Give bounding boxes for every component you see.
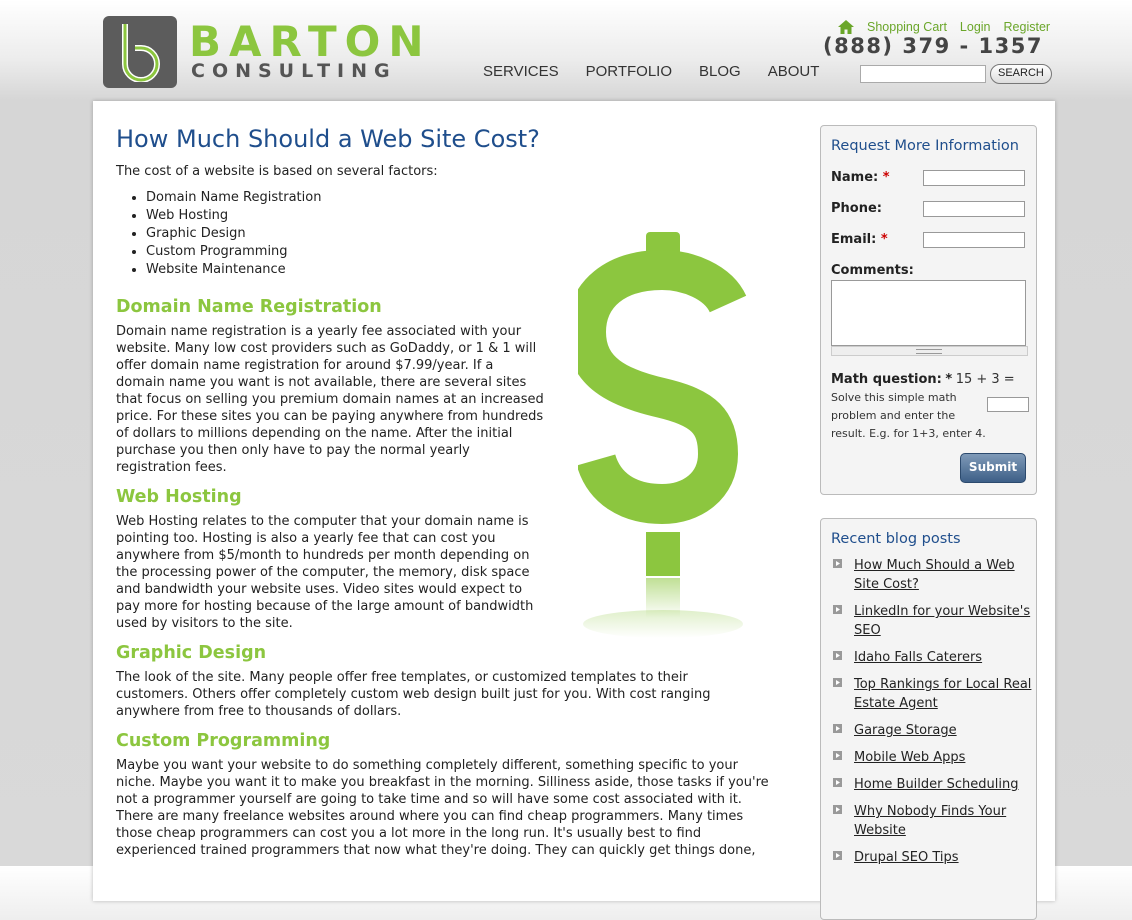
nav-services[interactable]: SERVICES xyxy=(483,63,559,80)
list-item: Why Nobody Finds Your Website xyxy=(833,802,1036,840)
content-panel: How Much Should a Web Site Cost? The cos… xyxy=(93,101,1055,920)
blog-post-link[interactable]: Idaho Falls Caterers xyxy=(854,650,982,665)
list-item: Mobile Web Apps xyxy=(833,748,1036,767)
textarea-resize-grip[interactable] xyxy=(831,346,1028,356)
request-info-title: Request More Information xyxy=(831,138,1019,154)
blog-post-link[interactable]: Mobile Web Apps xyxy=(854,750,965,765)
phone-number: (888) 379 - 1357 xyxy=(823,34,1043,58)
logo-text-consulting: CONSULTING xyxy=(191,60,397,82)
list-item: Domain Name Registration xyxy=(146,189,781,207)
blog-post-link[interactable]: How Much Should a Web Site Cost? xyxy=(854,558,1015,592)
nav-portfolio[interactable]: PORTFOLIO xyxy=(586,63,672,80)
arrow-bullet-icon xyxy=(833,751,842,760)
recent-posts-title: Recent blog posts xyxy=(831,531,961,547)
list-item: Drupal SEO Tips xyxy=(833,848,1036,867)
section-heading-programming: Custom Programming xyxy=(116,731,331,751)
dollar-sign-image xyxy=(578,232,747,638)
home-icon[interactable] xyxy=(838,20,854,34)
required-mark: * xyxy=(945,372,953,387)
shopping-cart-link[interactable]: Shopping Cart xyxy=(867,20,947,34)
math-answer-field[interactable] xyxy=(987,397,1029,412)
math-label: Math question: xyxy=(831,372,942,387)
list-item: Top Rankings for Local Real Estate Agent xyxy=(833,675,1036,713)
logo-text-barton: BARTON xyxy=(189,17,432,66)
list-item: LinkedIn for your Website's SEO xyxy=(833,602,1036,640)
section-text-domain: Domain name registration is a yearly fee… xyxy=(116,324,544,475)
search-bar: SEARCH xyxy=(860,64,1052,84)
arrow-bullet-icon xyxy=(833,678,842,687)
email-field[interactable] xyxy=(923,232,1025,248)
blog-post-link[interactable]: Top Rankings for Local Real Estate Agent xyxy=(854,677,1031,711)
required-mark: * xyxy=(882,170,890,185)
arrow-bullet-icon xyxy=(833,805,842,814)
recent-posts-box: Recent blog posts How Much Should a Web … xyxy=(820,518,1037,920)
required-mark: * xyxy=(880,232,888,247)
search-input[interactable] xyxy=(860,65,986,83)
recent-posts-list: How Much Should a Web Site Cost? LinkedI… xyxy=(821,556,1036,867)
name-field[interactable] xyxy=(923,170,1025,186)
blog-post-link[interactable]: Garage Storage xyxy=(854,723,957,738)
logo-b-icon xyxy=(122,24,160,82)
math-expression: 15 + 3 = xyxy=(955,372,1015,387)
register-link[interactable]: Register xyxy=(1004,20,1051,34)
page-title: How Much Should a Web Site Cost? xyxy=(116,125,540,153)
email-label: Email: * xyxy=(831,232,888,247)
submit-button[interactable]: Submit xyxy=(960,453,1026,483)
blog-post-link[interactable]: Why Nobody Finds Your Website xyxy=(854,804,1006,838)
blog-post-link[interactable]: Drupal SEO Tips xyxy=(854,850,959,865)
arrow-bullet-icon xyxy=(833,851,842,860)
nav-blog[interactable]: BLOG xyxy=(699,63,741,80)
math-question: Math question: * 15 + 3 = Solve this sim… xyxy=(831,371,1029,443)
phone-field[interactable] xyxy=(923,201,1025,217)
arrow-bullet-icon xyxy=(833,724,842,733)
name-label: Name: * xyxy=(831,170,890,185)
comments-label: Comments: xyxy=(831,263,914,278)
list-item: How Much Should a Web Site Cost? xyxy=(833,556,1036,594)
main-nav: SERVICES PORTFOLIO BLOG ABOUT xyxy=(483,63,846,80)
section-heading-design: Graphic Design xyxy=(116,643,267,663)
section-text-hosting: Web Hosting relates to the computer that… xyxy=(116,514,534,631)
math-help-text: Solve this simple math problem and enter… xyxy=(831,391,986,440)
top-links: Shopping Cart Login Register xyxy=(838,20,1050,34)
blog-post-link[interactable]: Home Builder Scheduling xyxy=(854,777,1018,792)
list-item: Web Hosting xyxy=(146,207,781,225)
site-logo[interactable]: BARTON CONSULTING xyxy=(103,16,428,88)
comments-textarea[interactable] xyxy=(831,280,1026,346)
nav-about[interactable]: ABOUT xyxy=(768,63,820,80)
list-item: Home Builder Scheduling xyxy=(833,775,1036,794)
blog-post-link[interactable]: LinkedIn for your Website's SEO xyxy=(854,604,1030,638)
intro-text: The cost of a website is based on severa… xyxy=(116,164,438,179)
arrow-bullet-icon xyxy=(833,559,842,568)
list-item: Idaho Falls Caterers xyxy=(833,648,1036,667)
section-text-design: The look of the site. Many people offer … xyxy=(116,670,711,719)
phone-label: Phone: xyxy=(831,201,882,216)
arrow-bullet-icon xyxy=(833,778,842,787)
logo-mark xyxy=(103,16,177,88)
arrow-bullet-icon xyxy=(833,605,842,614)
request-info-box: Request More Information Name: * Phone: … xyxy=(820,125,1037,495)
search-button[interactable]: SEARCH xyxy=(990,64,1052,84)
list-item: Garage Storage xyxy=(833,721,1036,740)
login-link[interactable]: Login xyxy=(960,20,991,34)
arrow-bullet-icon xyxy=(833,651,842,660)
section-text-programming: Maybe you want your website to do someth… xyxy=(116,758,769,858)
